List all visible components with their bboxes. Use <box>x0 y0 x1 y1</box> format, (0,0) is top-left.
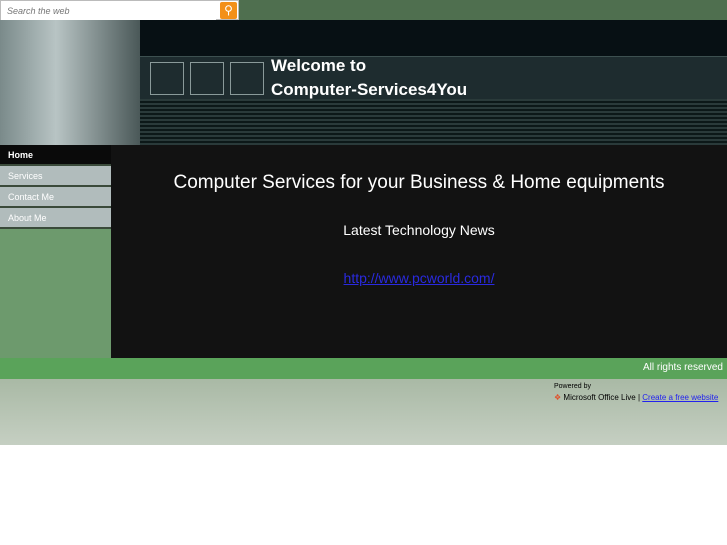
create-website-link[interactable]: Create a free website <box>642 393 718 402</box>
nav-item-contact-me[interactable]: Contact Me <box>0 187 111 208</box>
search-icon: ⚲ <box>224 3 233 17</box>
title-line-2: Computer-Services4You <box>271 80 468 99</box>
search-input[interactable] <box>1 2 216 20</box>
decorative-square <box>190 62 224 95</box>
bottom-area: Powered by ❖ Microsoft Office Live | Cre… <box>0 379 727 445</box>
sidebar-nav: Home Services Contact Me About Me <box>0 145 111 358</box>
header-photo <box>0 20 140 145</box>
nav-item-about-me[interactable]: About Me <box>0 208 111 229</box>
site-header: Welcome to Computer-Services4You <box>0 20 727 145</box>
office-live-text: Microsoft Office Live <box>563 393 636 402</box>
main-content: Computer Services for your Business & Ho… <box>111 145 727 358</box>
separator: | <box>637 393 641 402</box>
top-bar: ⚲ <box>0 0 727 20</box>
pcworld-link[interactable]: http://www.pcworld.com/ <box>344 270 495 286</box>
search-button[interactable]: ⚲ <box>220 2 237 19</box>
nav-item-services[interactable]: Services <box>0 166 111 187</box>
office-live-credit: ❖ Microsoft Office Live | Create a free … <box>554 393 718 402</box>
search-box: ⚲ <box>0 0 239 20</box>
footer: All rights reserved <box>0 358 727 379</box>
decorative-square <box>150 62 184 95</box>
main-heading: Computer Services for your Business & Ho… <box>173 172 665 193</box>
powered-by-label: Powered by <box>554 383 591 390</box>
office-live-icon: ❖ <box>554 393 562 402</box>
title-line-1: Welcome to <box>271 56 367 75</box>
rights-text: All rights reserved <box>642 362 723 373</box>
decorative-square <box>230 62 264 95</box>
nav-item-home[interactable]: Home <box>0 145 111 166</box>
news-heading: Latest Technology News <box>343 222 495 238</box>
site-title: Welcome to Computer-Services4You <box>271 54 467 102</box>
